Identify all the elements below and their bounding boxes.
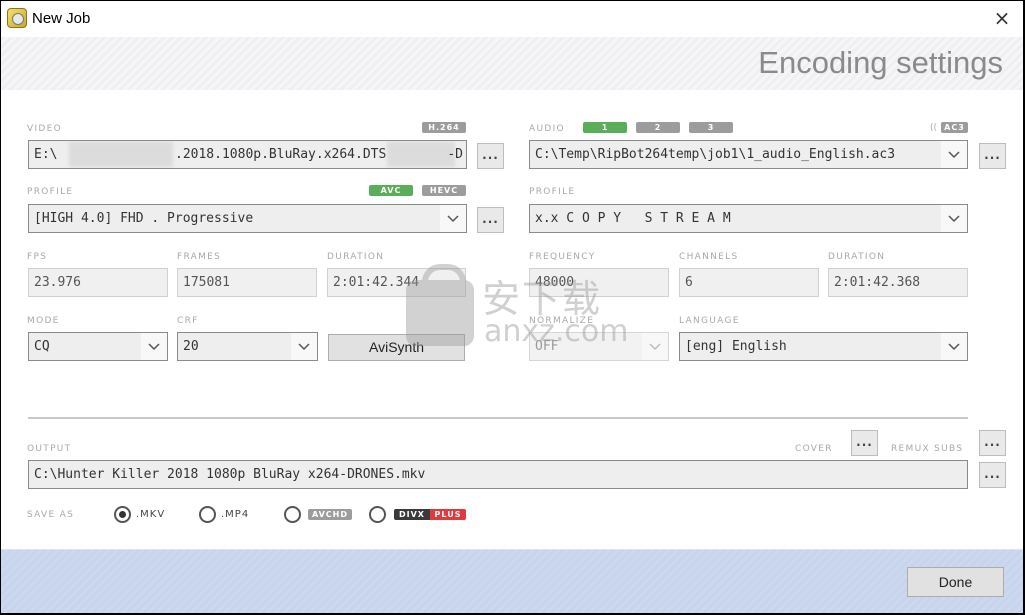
normalize-select[interactable]: OFF — [529, 332, 669, 361]
video-duration-label: DURATION — [327, 252, 385, 262]
crf-select[interactable]: 20 — [177, 332, 318, 361]
video-profile-browse-button[interactable]: ... — [477, 207, 504, 233]
chevron-down-icon — [440, 205, 466, 232]
frames-field: 175081 — [177, 268, 317, 297]
audio-track-3-tab[interactable]: 3 — [689, 122, 733, 133]
chevron-down-icon — [941, 141, 967, 168]
avisynth-button[interactable]: AviSynth — [328, 334, 465, 361]
audio-browse-button[interactable]: ... — [979, 143, 1006, 169]
fps-label: FPS — [27, 252, 48, 262]
normalize-label: NORMALIZE — [529, 316, 595, 326]
frequency-field: 48000 — [529, 268, 669, 297]
video-codec-badge: H.264 — [422, 122, 466, 133]
radio-mkv[interactable] — [114, 506, 131, 523]
video-profile-label: PROFILE — [27, 187, 74, 197]
hevc-badge[interactable]: HEVC — [422, 185, 466, 196]
audio-track-2-tab[interactable]: 2 — [636, 122, 680, 133]
avc-badge[interactable]: AVC — [369, 185, 413, 196]
chevron-down-icon — [141, 333, 167, 360]
page-title: Encoding settings — [758, 45, 1003, 80]
footer-band: Done — [1, 549, 1023, 613]
close-button[interactable]: × — [987, 6, 1017, 32]
audio-path-value: C:\Temp\RipBot264temp\job1\1_audio_Engli… — [535, 147, 896, 162]
done-button[interactable]: Done — [907, 567, 1004, 597]
mp4-label: .MP4 — [221, 509, 250, 520]
divx-plus-label: PLUS — [430, 509, 466, 520]
frequency-label: FREQUENCY — [529, 252, 596, 262]
video-path-suffix: -D — [447, 147, 463, 162]
video-duration-field: 2:01:42.344 — [327, 268, 466, 297]
video-profile-select[interactable]: [HIGH 4.0] FHD . Progressive — [28, 204, 467, 233]
video-source-field[interactable]: E:\ .2018.1080p.BluRay.x264.DTS. -D — [28, 140, 467, 169]
channels-label: CHANNELS — [679, 252, 739, 262]
radio-mp4[interactable] — [199, 506, 216, 523]
audio-duration-label: DURATION — [828, 252, 886, 262]
crf-value: 20 — [183, 339, 199, 354]
output-path-field[interactable]: C:\Hunter Killer 2018 1080p BluRay x264-… — [28, 460, 968, 489]
redacted-region — [387, 142, 455, 167]
channels-field: 6 — [679, 268, 819, 297]
output-browse-button[interactable]: ... — [979, 462, 1006, 488]
save-as-label: SAVE AS — [27, 510, 75, 520]
window-title: New Job — [32, 10, 91, 27]
video-label: VIDEO — [27, 124, 63, 134]
audio-label: AUDIO — [529, 124, 565, 134]
chevron-down-icon — [941, 205, 967, 232]
radio-divx-plus[interactable] — [369, 506, 386, 523]
video-path-prefix: E:\ — [34, 147, 58, 162]
video-browse-button[interactable]: ... — [477, 143, 504, 169]
new-job-window: New Job × Encoding settings VIDEO H.264 … — [1, 1, 1023, 613]
language-select[interactable]: [eng] English — [679, 332, 968, 361]
mode-select[interactable]: CQ — [28, 332, 168, 361]
fps-field: 23.976 — [28, 268, 168, 297]
section-divider — [28, 417, 968, 419]
audio-codec-badge: AC3 — [941, 122, 968, 133]
audio-track-1-tab[interactable]: 1 — [583, 122, 627, 133]
header-band: Encoding settings — [1, 37, 1023, 90]
audio-source-select[interactable]: C:\Temp\RipBot264temp\job1\1_audio_Engli… — [529, 140, 968, 169]
app-disc-icon — [7, 8, 27, 28]
frames-label: FRAMES — [177, 252, 222, 262]
output-label: OUTPUT — [27, 444, 72, 454]
mode-label: MODE — [27, 316, 60, 326]
video-profile-value: [HIGH 4.0] FHD . Progressive — [34, 211, 254, 226]
redacted-region — [69, 142, 173, 167]
divx-label: DIVX — [394, 509, 430, 520]
title-bar: New Job × — [1, 1, 1023, 37]
chevron-down-icon — [642, 333, 668, 360]
chevron-down-icon — [291, 333, 317, 360]
audio-wave-icon: (( — [930, 123, 938, 133]
audio-profile-label: PROFILE — [529, 187, 576, 197]
mode-value: CQ — [34, 339, 50, 354]
language-label: LANGUAGE — [679, 316, 740, 326]
cover-label: COVER — [795, 444, 833, 454]
video-path-middle: .2018.1080p.BluRay.x264.DTS. — [175, 147, 395, 162]
crf-label: CRF — [177, 316, 199, 326]
remux-subs-label: REMUX SUBS — [891, 444, 964, 454]
audio-profile-value: x.x C O P Y S T R E A M — [535, 211, 731, 226]
mkv-label: .MKV — [136, 509, 166, 520]
audio-profile-select[interactable]: x.x C O P Y S T R E A M — [529, 204, 968, 233]
avchd-label: AVCHD — [308, 509, 352, 520]
remux-subs-browse-button[interactable]: ... — [979, 430, 1006, 456]
chevron-down-icon — [941, 333, 967, 360]
language-value: [eng] English — [685, 339, 787, 354]
normalize-value: OFF — [535, 339, 559, 354]
audio-duration-field: 2:01:42.368 — [828, 268, 968, 297]
cover-browse-button[interactable]: ... — [851, 430, 878, 456]
radio-avchd[interactable] — [284, 506, 301, 523]
